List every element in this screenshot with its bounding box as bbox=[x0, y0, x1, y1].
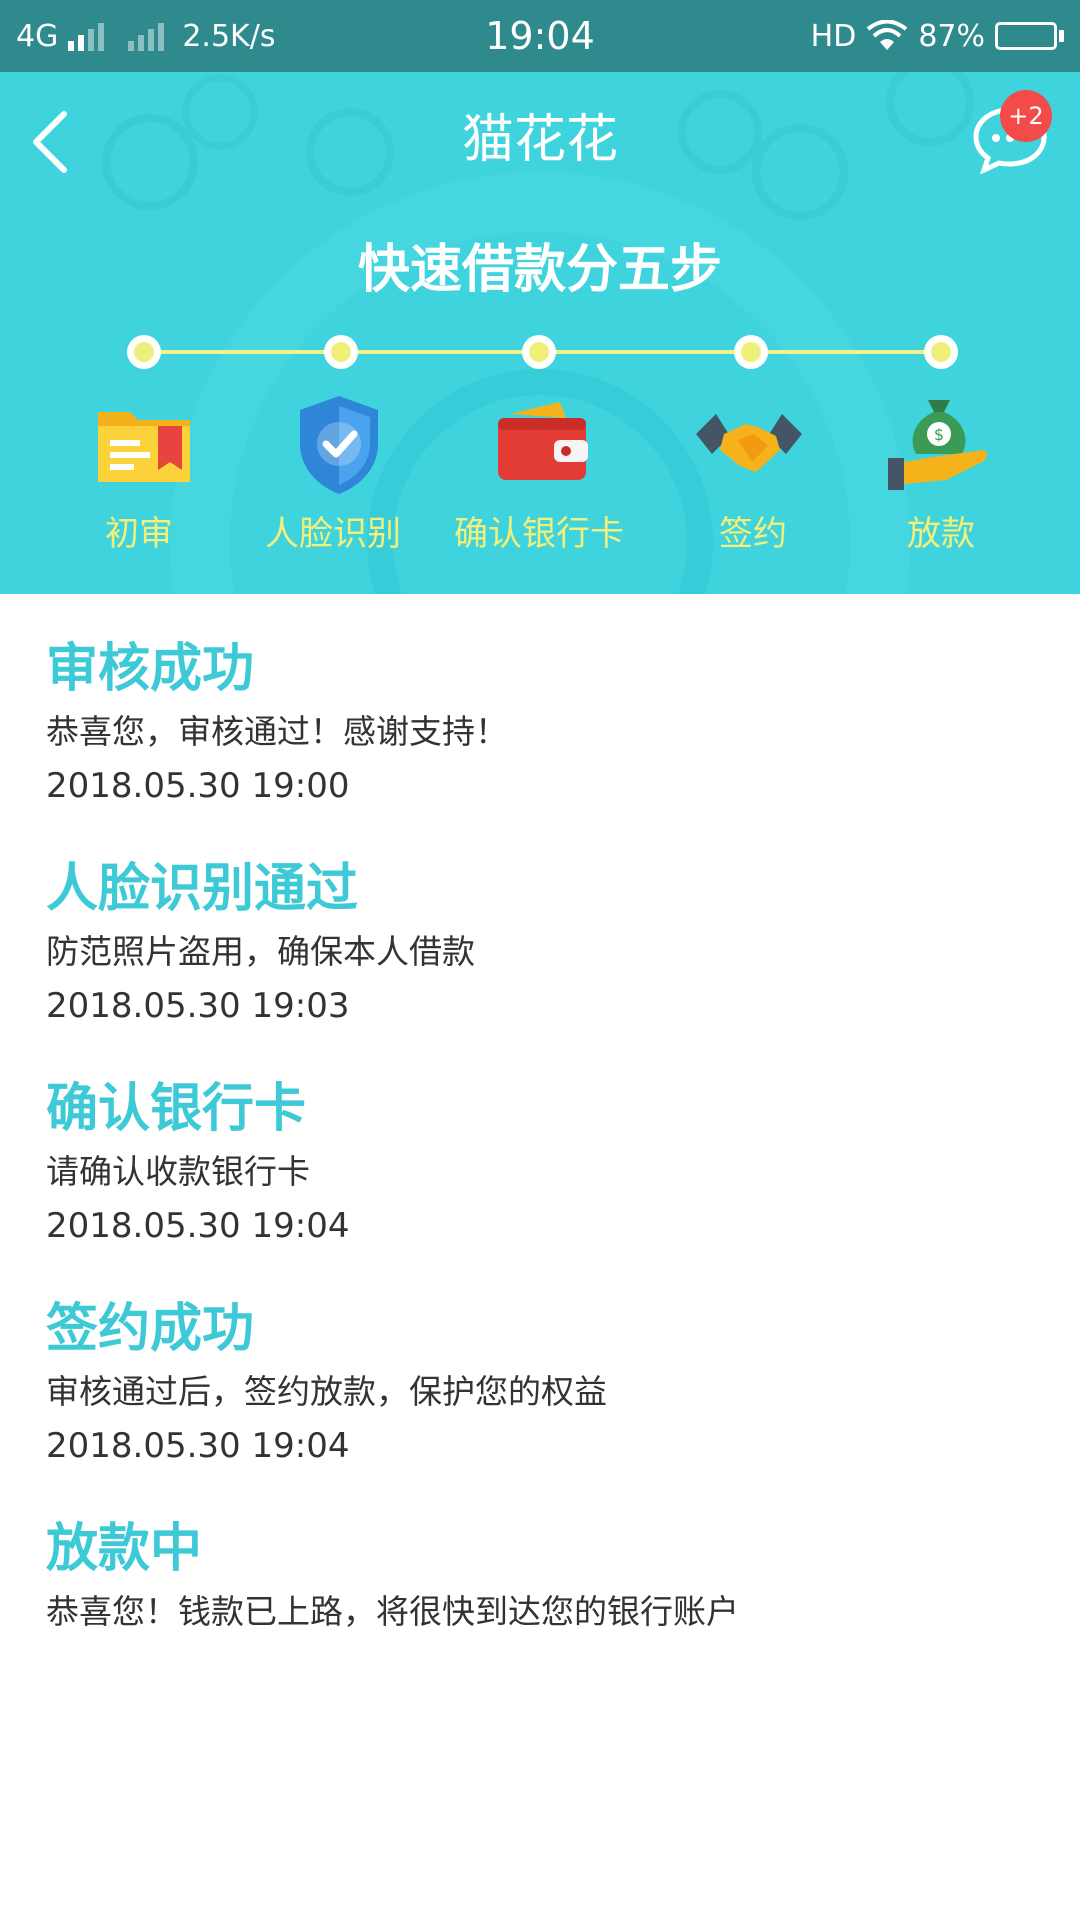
steps-title: 快速借款分五步 bbox=[357, 240, 722, 300]
timeline-desc: 请确认收款银行卡 bbox=[46, 1152, 310, 1191]
timeline-desc: 恭喜您，审核通过！感谢支持！ bbox=[46, 712, 508, 751]
step-dot bbox=[924, 335, 958, 369]
timeline-title: 审核成功 bbox=[46, 639, 255, 699]
battery-percent: 87% bbox=[918, 18, 985, 54]
status-bar: 4G 2.5K/s 19:04 HD 87% ⚡ bbox=[0, 0, 1080, 72]
step-dot bbox=[522, 335, 556, 369]
battery-icon: ⚡ bbox=[995, 22, 1064, 50]
timeline-desc: 恭喜您！钱款已上路，将很快到达您的银行账户 bbox=[46, 1592, 739, 1631]
step-label: 人脸识别 bbox=[265, 514, 401, 554]
handshake-icon bbox=[696, 414, 802, 472]
timeline-item: 确认银行卡 请确认收款银行卡 2018.05.30 19:04 bbox=[46, 1072, 1036, 1254]
timeline-item: 审核成功 恭喜您，审核通过！感谢支持！ 2018.05.30 19:00 bbox=[46, 632, 1036, 814]
step-label: 确认银行卡 bbox=[454, 514, 624, 554]
steps-progress-track bbox=[0, 332, 1080, 372]
header-banner: 猫花花 +2 快速借款分五步 $ 初审 人脸识别 确认银行卡 签约 放款 bbox=[0, 72, 1080, 594]
wifi-icon bbox=[867, 20, 908, 50]
shield-check-icon bbox=[300, 396, 378, 494]
step-label: 签约 bbox=[719, 514, 787, 554]
timeline-title: 放款中 bbox=[46, 1519, 203, 1579]
status-left: 4G 2.5K/s bbox=[16, 19, 406, 54]
timeline-title: 人脸识别通过 bbox=[46, 859, 359, 919]
timeline-desc: 防范照片盗用，确保本人借款 bbox=[46, 932, 475, 971]
timeline-item: 放款中 恭喜您！钱款已上路，将很快到达您的银行账户 bbox=[46, 1512, 1036, 1638]
clock: 19:04 bbox=[485, 14, 595, 58]
signal-2-icon bbox=[128, 21, 165, 51]
wallet-icon bbox=[498, 402, 588, 480]
timeline-title: 签约成功 bbox=[46, 1299, 255, 1359]
hd-indicator: HD bbox=[810, 18, 857, 54]
step-dot bbox=[324, 335, 358, 369]
money-bag-icon: $ bbox=[888, 400, 987, 490]
page-title: 猫花花 bbox=[461, 110, 618, 170]
progress-timeline: 审核成功 恭喜您，审核通过！感谢支持！ 2018.05.30 19:00 人脸识… bbox=[46, 632, 1036, 1676]
step-dot bbox=[127, 335, 161, 369]
timeline-time: 2018.05.30 19:00 bbox=[46, 766, 350, 806]
timeline-time: 2018.05.30 19:04 bbox=[46, 1426, 350, 1466]
notification-badge: +2 bbox=[1000, 90, 1052, 142]
folder-icon bbox=[98, 412, 190, 482]
timeline-title: 确认银行卡 bbox=[46, 1079, 307, 1139]
status-right: HD 87% ⚡ bbox=[674, 19, 1064, 54]
timeline-desc: 审核通过后，签约放款，保护您的权益 bbox=[46, 1372, 607, 1411]
network-speed: 2.5K/s bbox=[182, 18, 276, 54]
network-type: 4G bbox=[16, 18, 59, 54]
step-label: 放款 bbox=[907, 514, 975, 554]
step-label: 初审 bbox=[105, 514, 173, 554]
timeline-item: 人脸识别通过 防范照片盗用，确保本人借款 2018.05.30 19:03 bbox=[46, 852, 1036, 1034]
signal-icon bbox=[68, 21, 105, 51]
svg-text:$: $ bbox=[934, 425, 944, 444]
timeline-time: 2018.05.30 19:03 bbox=[46, 986, 350, 1026]
timeline-item: 签约成功 审核通过后，签约放款，保护您的权益 2018.05.30 19:04 bbox=[46, 1292, 1036, 1474]
timeline-time: 2018.05.30 19:04 bbox=[46, 1206, 350, 1246]
step-dot bbox=[734, 335, 768, 369]
